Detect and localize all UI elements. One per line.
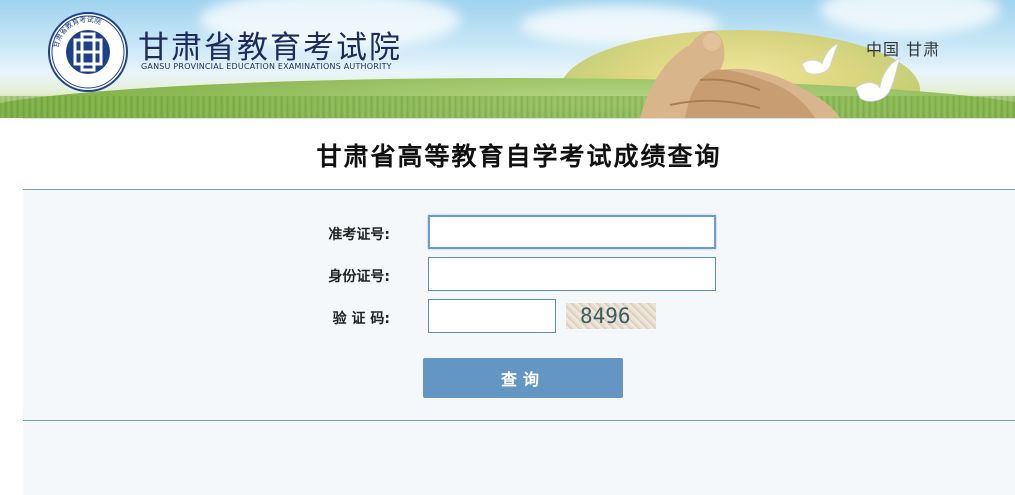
- captcha-label: 验 证 码:: [332, 311, 390, 327]
- org-name-english: GANSU PROVINCIAL EDUCATION EXAMINATIONS …: [141, 62, 392, 71]
- captcha-image[interactable]: 8496: [566, 303, 656, 329]
- id-card-input[interactable]: [428, 257, 716, 291]
- exam-id-input[interactable]: [428, 215, 716, 249]
- title-bar: 甘肃省高等教育自学考试成绩查询: [23, 118, 1015, 190]
- dove-icon: [855, 58, 901, 102]
- captcha-text: 8496: [580, 304, 631, 328]
- query-button[interactable]: 查询: [423, 358, 623, 398]
- region-label: 中国 甘肃: [866, 40, 941, 59]
- page-title: 甘肃省高等教育自学考试成绩查询: [316, 142, 722, 171]
- form-bottom-divider: [23, 420, 1015, 421]
- cloud-decoration: [820, 0, 1000, 35]
- exam-id-label: 准考证号:: [328, 227, 390, 243]
- header-banner: 甘肃省教育考试院 甘肃省教育考试院 GANSU PROVINCIAL EDUCA…: [0, 0, 1015, 118]
- gansu-exam-authority-logo: 甘肃省教育考试院: [48, 12, 128, 92]
- id-card-label: 身份证号:: [328, 269, 390, 285]
- org-name: 甘肃省教育考试院: [138, 30, 402, 66]
- captcha-input[interactable]: [428, 299, 556, 333]
- dove-icon: [801, 44, 839, 75]
